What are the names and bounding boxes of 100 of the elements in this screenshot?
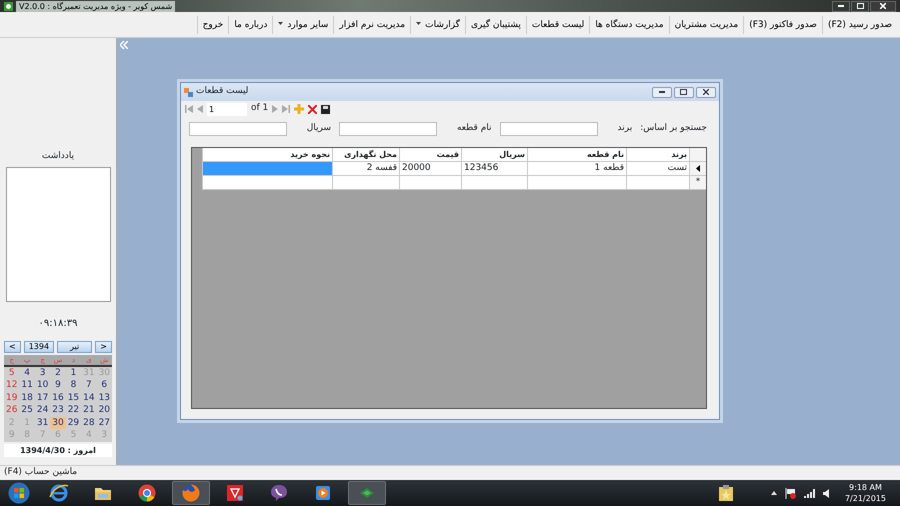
calendar-day[interactable]: 16 — [50, 392, 66, 404]
time-text: 9:18 AM — [848, 482, 883, 493]
caret-icon — [416, 22, 422, 26]
note-field[interactable] — [6, 166, 110, 302]
minimize-button[interactable] — [652, 86, 672, 98]
table-cell: قفسه 2 — [332, 162, 399, 176]
column-header[interactable]: سریال — [461, 148, 527, 162]
globe-icon — [181, 483, 201, 503]
column-header[interactable]: محل نگهداری — [332, 148, 399, 162]
calendar-day[interactable]: 31 — [34, 416, 50, 429]
calendar-day[interactable]: 20 — [96, 404, 112, 416]
field-label: سریال — [306, 122, 331, 136]
search-field[interactable] — [338, 122, 437, 136]
column-header[interactable]: قیمت — [399, 148, 461, 162]
menu-item[interactable]: گزارشات — [410, 16, 465, 34]
minimize-icon — [838, 5, 844, 7]
calendar-day[interactable]: 1 — [66, 366, 82, 379]
column-header[interactable]: نحوه خرید — [202, 148, 332, 162]
caret-icon — [278, 22, 284, 26]
column-header[interactable]: برند — [626, 148, 689, 162]
row-header[interactable] — [689, 162, 706, 176]
calendar-day[interactable]: 29 — [66, 416, 82, 429]
position-field[interactable]: 1 — [207, 102, 247, 116]
menu-item[interactable]: مدیریت دستگاه ها — [589, 16, 669, 34]
row-header[interactable]: * — [689, 176, 706, 190]
calendar-day[interactable]: 3 — [34, 366, 50, 379]
restore-button[interactable] — [851, 0, 869, 12]
calendar-day[interactable]: 14 — [81, 392, 97, 404]
calculator-link[interactable]: ماشین حساب (F4) — [4, 466, 78, 480]
calendar-day[interactable]: 21 — [81, 404, 97, 416]
menu-item[interactable]: پشتیبان گیری — [464, 16, 526, 34]
menu-item[interactable]: سایر موارد — [272, 16, 334, 34]
minimize-button[interactable] — [832, 0, 850, 12]
minimize-icon — [658, 91, 664, 93]
field-label: برند — [618, 122, 632, 136]
search-field[interactable] — [188, 122, 287, 136]
date-text: 7/21/2015 — [844, 493, 886, 504]
clock-text: ۰۹:۱۸:۳۹ — [38, 316, 78, 330]
calendar-day[interactable]: 2 — [50, 366, 66, 379]
notepad-icon[interactable] — [718, 485, 733, 501]
calendar-day[interactable]: 4 — [19, 366, 35, 379]
delete-icon[interactable] — [308, 104, 318, 114]
menu-item[interactable]: لیست قطعات — [526, 16, 590, 34]
menu-item[interactable]: مدیریت مشتریان — [668, 16, 744, 34]
table-cell: تست — [626, 162, 689, 176]
flag-icon[interactable] — [784, 488, 796, 498]
calendar-day[interactable]: 17 — [34, 392, 50, 404]
maximize-icon — [680, 89, 688, 95]
page-count-text: of 1 — [251, 102, 268, 116]
calendar-day[interactable]: 13 — [96, 392, 112, 404]
table-cell — [332, 176, 399, 190]
today-text: امروز : 1394/4/30 — [4, 444, 112, 456]
circle-logo-icon — [137, 483, 157, 503]
calendar-day[interactable]: 23 — [50, 404, 66, 416]
prev-month-button[interactable]: < — [4, 340, 21, 352]
menu-item[interactable]: صدور فاکتور (F3) — [743, 16, 822, 34]
menu-item[interactable]: درباره ما — [228, 16, 272, 34]
play-icon — [313, 483, 333, 503]
menu-item[interactable]: خروج — [196, 16, 228, 34]
note-label: یادداشت — [42, 150, 74, 163]
table-cell — [399, 176, 461, 190]
menu-item[interactable]: صدور رسید (F2) — [822, 16, 897, 34]
taskbar-clock[interactable]: 9:18 AM 7/21/2015 — [844, 482, 886, 504]
calendar-day[interactable]: 30 — [50, 416, 66, 429]
calendar-day[interactable]: 25 — [19, 404, 35, 416]
calendar-day[interactable]: 9 — [50, 379, 66, 392]
search-label: جستجو بر اساس: — [640, 122, 707, 136]
calendar-day[interactable]: 22 — [66, 404, 82, 416]
calendar-day[interactable]: 10 — [34, 379, 50, 392]
calendar-day[interactable]: 24 — [34, 404, 50, 416]
calendar-day[interactable]: 11 — [19, 379, 35, 392]
calendar-day[interactable]: 18 — [19, 392, 35, 404]
chevron-up-icon[interactable] — [770, 491, 777, 495]
calendar-day[interactable]: 8 — [66, 379, 82, 392]
windows-orb-icon — [8, 482, 30, 504]
window-title: شمس کویر - ویژه مدیریت تعمیرگاه : V2.0.0 — [16, 0, 176, 12]
next-month-button[interactable]: > — [95, 340, 112, 352]
table-cell: 20000 — [399, 162, 461, 176]
search-field[interactable] — [500, 122, 598, 136]
calendar-day[interactable]: 28 — [81, 416, 97, 429]
calendar-day[interactable]: 27 — [96, 416, 112, 429]
column-header[interactable]: نام قطعه — [527, 148, 626, 162]
calendar-day[interactable]: 6 — [96, 379, 112, 392]
signal-icon[interactable] — [804, 488, 815, 498]
table-cell — [461, 176, 527, 190]
menu-item[interactable]: مدیریت نرم افزار — [333, 16, 410, 34]
month-button[interactable]: تیر — [57, 340, 92, 352]
window-title: لیست قطعات — [196, 85, 248, 98]
maximize-button[interactable] — [674, 86, 694, 98]
speaker-icon[interactable] — [822, 488, 829, 498]
table-cell: 123456 — [461, 162, 527, 176]
field-label: نام قطعه — [456, 122, 492, 136]
calendar-day[interactable]: 7 — [81, 379, 97, 392]
close-button[interactable] — [696, 86, 716, 98]
save-icon[interactable] — [321, 104, 330, 114]
calendar-day[interactable]: 15 — [66, 392, 82, 404]
close-icon — [703, 89, 709, 95]
close-button[interactable] — [870, 0, 896, 12]
year-button[interactable]: 1394 — [24, 340, 54, 352]
header-corner — [689, 148, 706, 162]
